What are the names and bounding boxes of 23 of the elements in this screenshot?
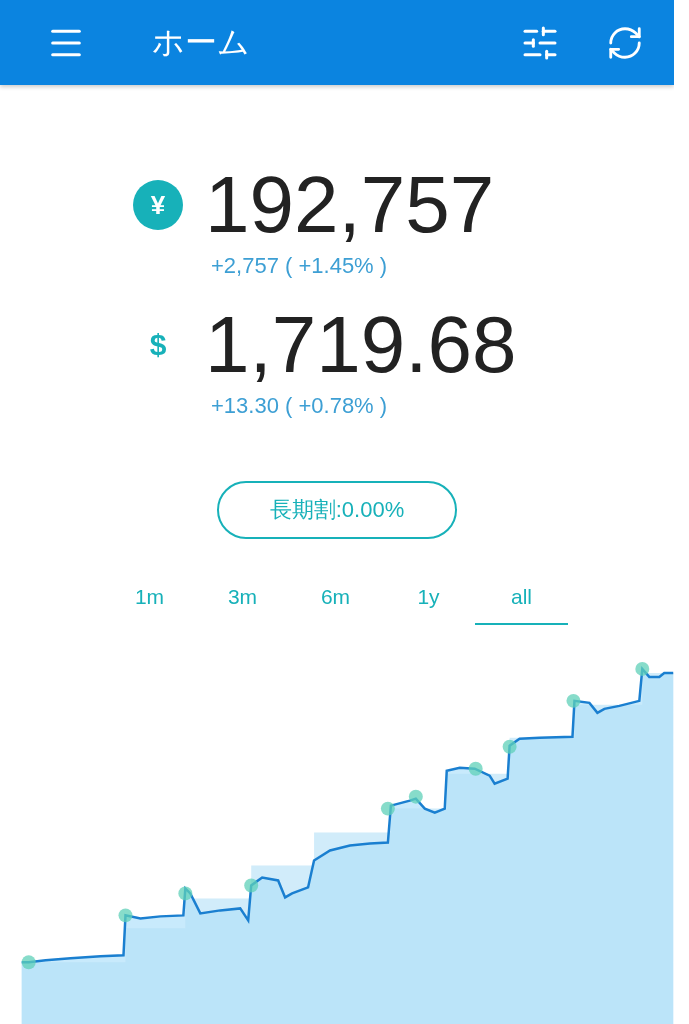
balance-change: +2,757 ( +1.45% ) [211, 253, 389, 279]
yen-badge: ¥ [133, 180, 183, 230]
discount-button[interactable]: 長期割:0.00% [217, 481, 457, 539]
deposit-point [244, 878, 259, 893]
deposit-point [566, 693, 581, 708]
deposit-point [635, 661, 650, 676]
deposit-point [408, 789, 423, 804]
deposit-point [178, 886, 193, 901]
deposit-point [21, 955, 36, 970]
balance-change: +13.30 ( +0.78% ) [211, 393, 389, 419]
range-tab[interactable]: 6m [289, 578, 382, 625]
deposit-point [502, 739, 517, 754]
deposit-point [468, 761, 483, 776]
balance-amount: 192,757 [205, 165, 496, 245]
range-tab[interactable]: all [475, 578, 568, 625]
range-tab[interactable]: 1m [103, 578, 196, 625]
deposit-point [118, 908, 133, 923]
deposit-point [380, 801, 395, 816]
dollar-sign: $ [148, 328, 168, 362]
page-title: ホーム [152, 22, 251, 62]
range-tab[interactable]: 1y [382, 578, 475, 625]
range-tab[interactable]: 3m [196, 578, 289, 625]
balance-amount: 1,719.68 [205, 305, 518, 385]
